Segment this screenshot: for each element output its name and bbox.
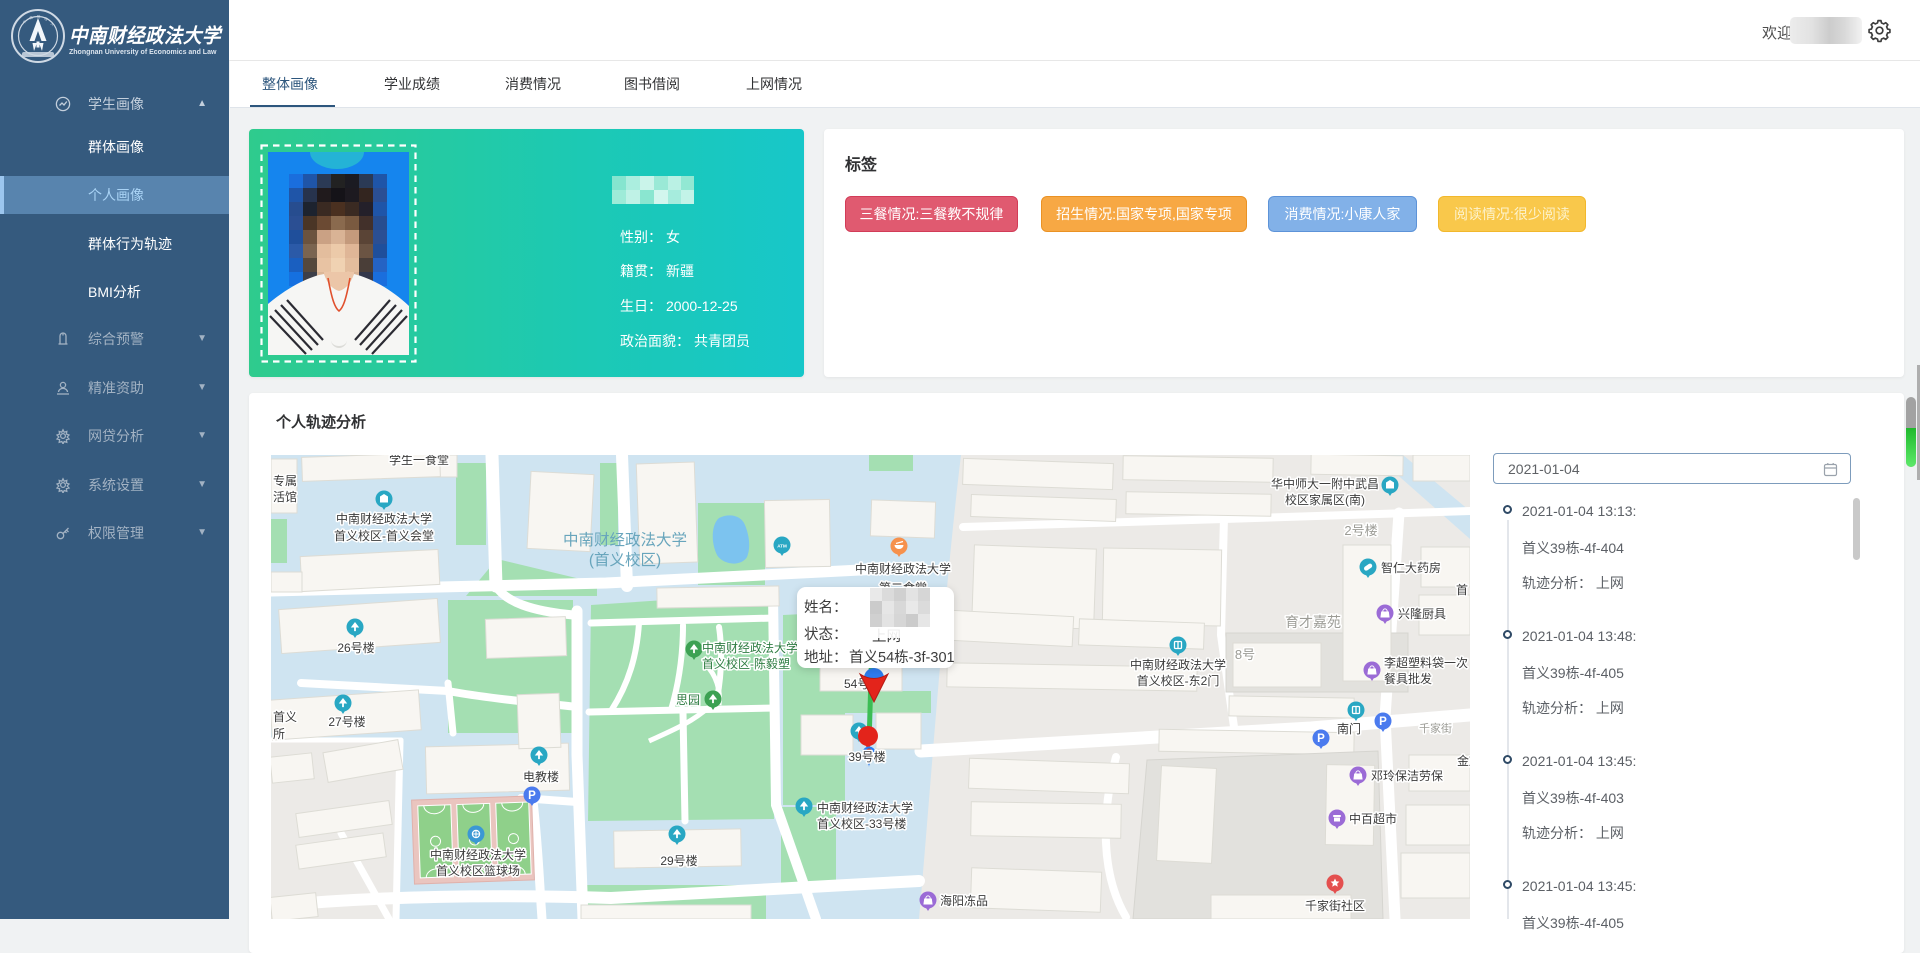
- svg-text:P: P: [1379, 716, 1387, 728]
- svg-text:所: 所: [273, 727, 285, 741]
- svg-text:39号楼: 39号楼: [848, 749, 885, 764]
- svg-text:学生一食堂: 学生一食堂: [389, 455, 449, 467]
- svg-text:中南财经政法大学: 中南财经政法大学: [563, 531, 687, 549]
- svg-text:中南财经政法大学: 中南财经政法大学: [1130, 657, 1226, 672]
- svg-text:26号楼: 26号楼: [337, 640, 374, 655]
- svg-text:ATM: ATM: [777, 544, 787, 549]
- svg-text:首义校区-陈毅塑: 首义校区-陈毅塑: [702, 656, 790, 671]
- svg-text:(首义校区): (首义校区): [589, 551, 661, 569]
- svg-text:首义: 首义: [273, 710, 297, 724]
- svg-text:金放: 金放: [1457, 753, 1470, 768]
- svg-text:兴隆厨具: 兴隆厨具: [1398, 606, 1446, 621]
- svg-text:8号: 8号: [1235, 647, 1255, 662]
- svg-text:李超塑料袋一次: 李超塑料袋一次: [1384, 655, 1468, 670]
- svg-text:南门: 南门: [1337, 721, 1361, 736]
- svg-text:状态：: 状态：: [804, 626, 848, 643]
- svg-text:专属: 专属: [273, 473, 297, 488]
- svg-text:海阳冻品: 海阳冻品: [940, 893, 988, 908]
- svg-text:活馆: 活馆: [273, 489, 297, 504]
- svg-text:首义校区-首义会堂: 首义校区-首义会堂: [334, 528, 434, 543]
- svg-text:中百超市: 中百超市: [1349, 811, 1397, 826]
- svg-text:首义校区-东2门: 首义校区-东2门: [1137, 673, 1220, 688]
- svg-text:思园: 思园: [676, 693, 700, 707]
- svg-text:首: 首: [1456, 583, 1468, 597]
- svg-text:华中师大一附中武昌: 华中师大一附中武昌: [1271, 476, 1379, 491]
- svg-text:29号楼: 29号楼: [660, 853, 697, 868]
- svg-text:中南财经政法大学: 中南财经政法大学: [430, 847, 526, 862]
- svg-text:首义校区篮球场: 首义校区篮球场: [436, 863, 520, 878]
- svg-text:首义54栋-3f-301: 首义54栋-3f-301: [849, 648, 955, 666]
- svg-text:中南财经政法大学: 中南财经政法大学: [855, 561, 951, 576]
- svg-text:邓玲保洁劳保: 邓玲保洁劳保: [1371, 769, 1443, 783]
- svg-text:千家街: 千家街: [1419, 721, 1452, 735]
- svg-text:首义校区-33号楼: 首义校区-33号楼: [817, 816, 906, 831]
- svg-text:校区家属区(南): 校区家属区(南): [1285, 492, 1365, 507]
- svg-text:地址：: 地址：: [804, 649, 848, 666]
- svg-text:智仁大药房: 智仁大药房: [1381, 560, 1441, 575]
- svg-text:餐具批发: 餐具批发: [1384, 671, 1432, 686]
- svg-text:姓名：: 姓名：: [804, 599, 848, 616]
- svg-text:电教楼: 电教楼: [523, 769, 559, 784]
- svg-text:中南财经政法大学: 中南财经政法大学: [817, 800, 913, 815]
- svg-text:中南财经政法大学: 中南财经政法大学: [702, 640, 798, 655]
- svg-text:P: P: [528, 790, 536, 802]
- svg-text:2号楼: 2号楼: [1344, 523, 1377, 538]
- svg-text:千家街社区: 千家街社区: [1305, 898, 1365, 913]
- svg-text:27号楼: 27号楼: [328, 714, 365, 729]
- svg-text:中南财经政法大学: 中南财经政法大学: [336, 511, 432, 526]
- svg-text:育才嘉苑: 育才嘉苑: [1285, 614, 1341, 630]
- svg-text:P: P: [1317, 733, 1325, 745]
